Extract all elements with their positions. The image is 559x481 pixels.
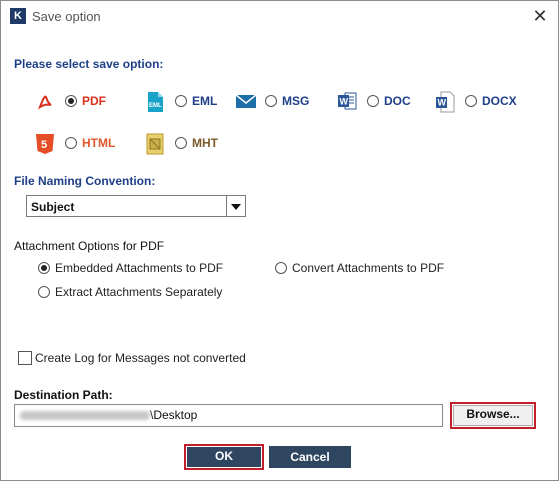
option-convert-attachments[interactable]: Convert Attachments to PDF [275,261,444,275]
radio-html[interactable] [65,137,77,149]
radio-doc[interactable] [367,95,379,107]
radio-msg[interactable] [265,95,277,107]
radio-extract-attachments[interactable] [38,286,50,298]
option-label: Extract Attachments Separately [55,285,223,299]
title-bar: K Save option ✕ [1,1,558,32]
chevron-down-icon[interactable] [226,196,245,216]
radio-pdf[interactable] [65,95,77,107]
attachment-options-heading: Attachment Options for PDF [14,239,165,253]
option-label: Embedded Attachments to PDF [55,261,224,275]
option-label: Convert Attachments to PDF [292,261,445,275]
redacted-path-segment [20,411,150,421]
option-msg[interactable]: MSG [235,91,309,111]
option-label: MHT [192,136,218,150]
option-label: HTML [82,136,116,150]
svg-text:5: 5 [41,139,47,151]
create-log-checkbox[interactable] [18,351,32,365]
destination-path-heading: Destination Path: [14,388,113,402]
option-html[interactable]: 5 HTML [35,133,116,154]
option-extract-attachments[interactable]: Extract Attachments Separately [38,285,222,299]
option-docx[interactable]: W DOCX [435,91,517,113]
window-title: Save option [32,9,101,24]
option-label: EML [192,94,218,108]
file-naming-value: Subject [31,200,75,214]
option-label: DOCX [482,94,517,108]
radio-mht[interactable] [175,137,187,149]
html-icon: 5 [35,133,55,154]
doc-icon: W [337,91,357,111]
save-option-dialog: K Save option ✕ Please select save optio… [0,0,559,481]
option-embedded-attachments[interactable]: Embedded Attachments to PDF [38,261,223,275]
app-logo-icon: K [10,8,26,24]
option-mht[interactable]: MHT [145,133,218,155]
docx-icon: W [435,91,455,113]
option-doc[interactable]: W DOC [337,91,411,111]
option-pdf[interactable]: PDF [35,91,106,111]
close-button[interactable]: ✕ [530,6,550,26]
mht-icon [145,133,165,155]
eml-icon: EML [145,91,165,112]
svg-text:W: W [438,98,447,108]
svg-text:EML: EML [149,103,162,109]
file-naming-dropdown[interactable]: Subject [26,195,246,217]
file-naming-heading: File Naming Convention: [14,174,156,188]
create-log-label: Create Log for Messages not converted [35,351,246,365]
destination-path-value: \Desktop [150,408,198,422]
option-label: MSG [282,94,310,108]
svg-text:W: W [340,97,349,107]
ok-button-label: OK [187,447,261,467]
option-eml[interactable]: EML EML [145,91,218,112]
browse-button[interactable]: Browse... [450,402,536,429]
radio-convert-attachments[interactable] [275,262,287,274]
msg-icon [235,91,257,111]
option-label: PDF [82,94,106,108]
radio-embedded-attachments[interactable] [38,262,50,274]
destination-path-input[interactable]: \Desktop [14,404,443,427]
ok-button[interactable]: OK [184,444,264,470]
radio-eml[interactable] [175,95,187,107]
option-label: DOC [384,94,411,108]
save-option-heading: Please select save option: [14,57,164,71]
radio-docx[interactable] [465,95,477,107]
pdf-icon [35,91,55,111]
cancel-button[interactable]: Cancel [269,446,351,468]
browse-button-label: Browse... [453,405,533,426]
